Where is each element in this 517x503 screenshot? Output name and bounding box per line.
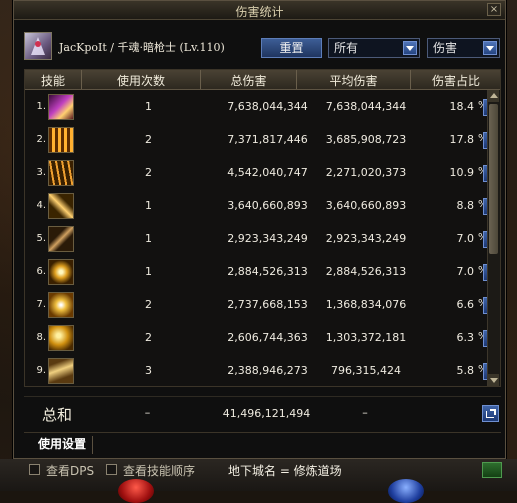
use-count: 1 — [145, 232, 152, 245]
damage-share: 7.0 — [456, 265, 475, 278]
average-damage: 2,884,526,313 — [325, 265, 407, 278]
damage-share: 6.3 — [456, 331, 475, 344]
filter-dropdown[interactable]: 所有 — [328, 38, 420, 58]
column-header-uses[interactable]: 使用次数 — [82, 72, 200, 89]
row-index: 2. — [36, 134, 46, 145]
avatar — [24, 32, 52, 60]
close-icon[interactable]: × — [487, 3, 501, 16]
green-status-icon[interactable] — [482, 462, 502, 478]
sort-dropdown-value: 伤害 — [433, 41, 458, 55]
row-index: 4. — [36, 200, 46, 211]
table-row[interactable]: 1.17,638,044,3447,638,044,34418.4% — [25, 90, 500, 124]
table-row[interactable]: 5.12,923,343,2492,923,343,2497.0% — [25, 222, 500, 256]
table-row[interactable]: 7.22,737,668,1531,368,834,0766.6% — [25, 288, 500, 322]
skill-icon-wind-blade — [48, 358, 74, 384]
show-dps-label: 查看DPS — [46, 464, 95, 478]
show-order-label: 查看技能顺序 — [123, 464, 196, 478]
damage-share: 17.8 — [449, 133, 475, 146]
skill-icon-spear-rain — [48, 160, 74, 186]
average-damage: 3,685,908,723 — [325, 133, 407, 146]
window-title: 伤害统计 — [235, 5, 284, 19]
table-row[interactable]: 8.22,606,744,3631,303,372,1816.3% — [25, 321, 500, 355]
skill-icon-slash — [48, 193, 74, 219]
summary-label: 总和 — [42, 406, 73, 424]
player-name-class: JacKpoIt / 千魂·暗枪士 (Lv.110) — [59, 41, 225, 54]
table-row[interactable]: 3.24,542,040,7472,271,020,37310.9% — [25, 156, 500, 190]
skill-icon-star-burst — [48, 292, 74, 318]
damage-share: 5.8 — [456, 364, 475, 377]
skill-icon-spear-thrust — [48, 226, 74, 252]
scrollbar[interactable] — [487, 90, 500, 386]
chevron-down-icon[interactable] — [483, 41, 497, 55]
tab-bar: 使用设置 — [24, 432, 501, 455]
skill-icon-fire-pillars — [48, 127, 74, 153]
skill-icon-golden-flare — [48, 325, 74, 351]
table-row[interactable]: 9.32,388,946,273796,315,4245.8% — [25, 354, 500, 388]
average-damage: 1,368,834,076 — [325, 298, 407, 311]
row-index: 6. — [36, 266, 46, 277]
row-index: 1. — [36, 101, 46, 112]
damage-share: 10.9 — [449, 166, 475, 179]
average-damage: 3,640,660,893 — [325, 199, 407, 212]
use-count: 1 — [145, 265, 152, 278]
chevron-down-icon[interactable] — [403, 41, 417, 55]
row-index: 7. — [36, 299, 46, 310]
row-index: 3. — [36, 167, 46, 178]
row-index: 9. — [36, 365, 46, 376]
table-body: 1.17,638,044,3447,638,044,34418.4%2.27,3… — [25, 90, 500, 388]
mp-orb-icon — [388, 479, 424, 503]
average-damage: 2,923,343,249 — [325, 232, 407, 245]
damage-share: 7.0 — [456, 232, 475, 245]
summary-count: – — [144, 406, 151, 419]
damage-share: 8.8 — [456, 199, 475, 212]
summary-average: – — [362, 406, 368, 419]
damage-share: 18.4 — [449, 100, 475, 113]
column-header-skill[interactable]: 技能 — [25, 72, 81, 89]
column-header-average[interactable]: 平均伤害 — [297, 72, 410, 89]
filter-dropdown-value: 所有 — [334, 41, 359, 55]
use-count: 2 — [145, 166, 152, 179]
average-damage: 1,303,372,181 — [325, 331, 407, 344]
average-damage: 796,315,424 — [331, 364, 401, 377]
show-dps-checkbox[interactable] — [29, 464, 40, 475]
skill-icon-cross-burst — [48, 259, 74, 285]
hp-orb-icon — [118, 479, 154, 503]
use-count: 2 — [145, 331, 152, 344]
table-row[interactable]: 6.12,884,526,3132,884,526,3137.0% — [25, 255, 500, 289]
scroll-down-icon[interactable] — [488, 374, 499, 386]
use-count: 2 — [145, 298, 152, 311]
row-index: 8. — [36, 332, 46, 343]
column-header-share[interactable]: 伤害占比 — [411, 72, 501, 89]
show-order-checkbox[interactable] — [106, 464, 117, 475]
summary-row: 总和 – 41,496,121,494 – — [24, 396, 501, 431]
table-header: 技能 使用次数 总伤害 平均伤害 伤害占比 — [25, 70, 500, 90]
use-count: 1 — [145, 100, 152, 113]
share-icon[interactable] — [482, 405, 499, 422]
damage-table: 技能 使用次数 总伤害 平均伤害 伤害占比 1. 1 7,638,044,344 7,… — [24, 69, 501, 387]
row-index: 5. — [36, 233, 46, 244]
use-count: 1 — [145, 199, 152, 212]
use-count: 2 — [145, 133, 152, 146]
skill-icon-purple-flame — [48, 94, 74, 120]
reset-button[interactable]: 重置 — [261, 38, 322, 58]
table-row[interactable]: 2.27,371,817,4463,685,908,72317.8% — [25, 123, 500, 157]
average-damage: 7,638,044,344 — [325, 100, 407, 113]
tab-settings[interactable]: 使用设置 — [32, 436, 94, 454]
average-damage: 2,271,020,373 — [325, 166, 407, 179]
title-bar[interactable]: 伤害统计 × — [14, 1, 505, 20]
scroll-thumb[interactable] — [489, 104, 498, 254]
damage-stats-window: 伤害统计 × JacKpoIt / 千魂·暗枪士 (Lv.110) 重置 所有 … — [13, 0, 506, 459]
use-count: 3 — [145, 364, 152, 377]
scroll-up-icon[interactable] — [488, 90, 499, 102]
column-header-total[interactable]: 总伤害 — [201, 72, 296, 89]
sort-dropdown[interactable]: 伤害 — [427, 38, 500, 58]
table-row[interactable]: 4.13,640,660,8933,640,660,8938.8% — [25, 189, 500, 223]
damage-share: 6.6 — [456, 298, 475, 311]
dungeon-name: 地下城名 = 修炼道场 — [228, 464, 342, 478]
